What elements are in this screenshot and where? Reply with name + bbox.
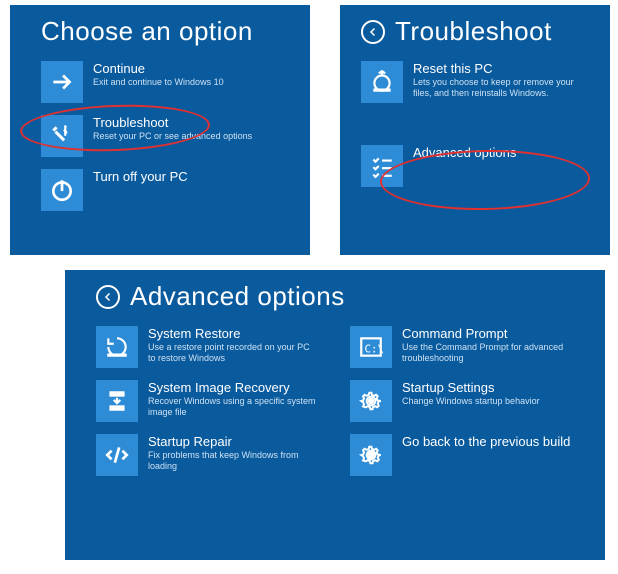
page-title: Choose an option <box>41 16 253 47</box>
tile-title: Startup Settings <box>402 381 540 395</box>
repair-icon <box>96 434 138 476</box>
tile-sub: Change Windows startup behavior <box>402 396 540 407</box>
command-prompt-icon: C:\ <box>350 326 392 368</box>
tile-continue[interactable]: Continue Exit and continue to Windows 10 <box>41 61 289 103</box>
choose-option-panel: Choose an option Continue Exit and conti… <box>10 5 310 255</box>
reset-icon <box>361 61 403 103</box>
tile-text: Go back to the previous build <box>402 434 570 450</box>
tile-reset-pc[interactable]: Reset this PC Lets you choose to keep or… <box>361 61 599 103</box>
tile-sub: Exit and continue to Windows 10 <box>93 77 224 88</box>
header: Troubleshoot <box>361 16 599 47</box>
tile-title: Reset this PC <box>413 62 583 76</box>
list-check-icon <box>361 145 403 187</box>
advanced-options-panel: Advanced options System Restore Use a re… <box>65 270 605 560</box>
tile-go-back[interactable]: Go back to the previous build <box>350 434 584 476</box>
tools-icon <box>41 115 83 157</box>
tile-advanced-options[interactable]: Advanced options <box>361 145 599 187</box>
tile-troubleshoot[interactable]: Troubleshoot Reset your PC or see advanc… <box>41 115 289 157</box>
tile-title: Troubleshoot <box>93 116 252 130</box>
tile-system-restore[interactable]: System Restore Use a restore point recor… <box>96 326 330 368</box>
tile-title: Advanced options <box>413 146 516 160</box>
tile-text: Continue Exit and continue to Windows 10 <box>93 61 224 88</box>
tile-title: Startup Repair <box>148 435 318 449</box>
tile-sub: Lets you choose to keep or remove your f… <box>413 77 583 99</box>
image-recovery-icon <box>96 380 138 422</box>
tile-title: Continue <box>93 62 224 76</box>
svg-text:C:\: C:\ <box>365 342 385 355</box>
page-title: Troubleshoot <box>395 16 552 47</box>
tile-text: Command Prompt Use the Command Prompt fo… <box>402 326 572 364</box>
back-button[interactable] <box>96 285 120 309</box>
tile-sub: Use the Command Prompt for advanced trou… <box>402 342 572 364</box>
tile-sub: Reset your PC or see advanced options <box>93 131 252 142</box>
tile-text: Advanced options <box>413 145 516 161</box>
gear-icon <box>350 434 392 476</box>
tile-text: Reset this PC Lets you choose to keep or… <box>413 61 583 99</box>
tile-text: Turn off your PC <box>93 169 188 185</box>
tile-system-image-recovery[interactable]: System Image Recovery Recover Windows us… <box>96 380 330 422</box>
tile-text: Startup Repair Fix problems that keep Wi… <box>148 434 318 472</box>
tile-text: Startup Settings Change Windows startup … <box>402 380 540 407</box>
options-grid: System Restore Use a restore point recor… <box>96 326 584 488</box>
tile-startup-settings[interactable]: Startup Settings Change Windows startup … <box>350 380 584 422</box>
tile-title: Command Prompt <box>402 327 572 341</box>
page-title: Advanced options <box>130 281 345 312</box>
tile-text: System Image Recovery Recover Windows us… <box>148 380 318 418</box>
power-icon <box>41 169 83 211</box>
tile-title: System Image Recovery <box>148 381 318 395</box>
tile-text: System Restore Use a restore point recor… <box>148 326 318 364</box>
troubleshoot-panel: Troubleshoot Reset this PC Lets you choo… <box>340 5 610 255</box>
gear-icon <box>350 380 392 422</box>
header: Advanced options <box>96 281 584 312</box>
restore-icon <box>96 326 138 368</box>
tile-title: Turn off your PC <box>93 170 188 184</box>
tile-title: Go back to the previous build <box>402 435 570 449</box>
tile-text: Troubleshoot Reset your PC or see advanc… <box>93 115 252 142</box>
tile-turnoff[interactable]: Turn off your PC <box>41 169 289 211</box>
back-button[interactable] <box>361 20 385 44</box>
tile-sub: Fix problems that keep Windows from load… <box>148 450 318 472</box>
tile-command-prompt[interactable]: C:\ Command Prompt Use the Command Promp… <box>350 326 584 368</box>
tile-title: System Restore <box>148 327 318 341</box>
tile-sub: Use a restore point recorded on your PC … <box>148 342 318 364</box>
tile-startup-repair[interactable]: Startup Repair Fix problems that keep Wi… <box>96 434 330 476</box>
tile-sub: Recover Windows using a specific system … <box>148 396 318 418</box>
arrow-right-icon <box>41 61 83 103</box>
header: Choose an option <box>41 16 289 47</box>
